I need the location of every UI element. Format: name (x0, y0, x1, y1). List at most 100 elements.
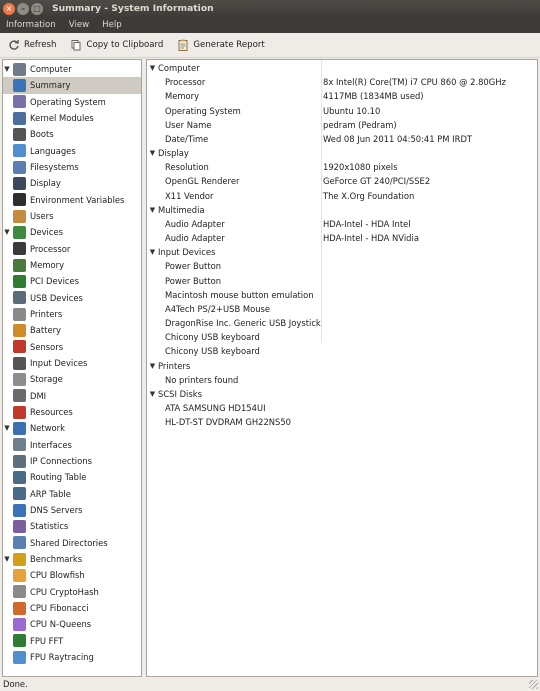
detail-row[interactable]: HL-DT-ST DVDRAM GH22NS50 (147, 415, 537, 429)
detail-row[interactable]: Resolution 1920x1080 pixels (147, 160, 537, 174)
detail-row[interactable]: Processor 8x Intel(R) Core(TM) i7 CPU 860… (147, 75, 537, 89)
detail-row[interactable]: A4Tech PS/2+USB Mouse (147, 302, 537, 316)
copy-to-clipboard-button[interactable]: Copy to Clipboard (68, 35, 165, 55)
detail-row[interactable]: Operating System Ubuntu 10.10 (147, 104, 537, 118)
detail-row[interactable]: Power Button (147, 259, 537, 273)
sidebar-item-shared-directories[interactable]: Shared Directories (3, 535, 141, 551)
sidebar-item-cpu-fibonacci[interactable]: CPU Fibonacci (3, 600, 141, 616)
menu-information[interactable]: Information (6, 18, 56, 33)
detail-row[interactable]: DragonRise Inc. Generic USB Joystick (147, 316, 537, 330)
expander-icon[interactable]: ▼ (3, 424, 11, 432)
expander-icon[interactable]: ▼ (147, 390, 158, 398)
minimize-icon[interactable]: – (17, 3, 29, 15)
menu-view[interactable]: View (69, 18, 89, 33)
sidebar-item-label: CPU Fibonacci (30, 603, 89, 614)
maximize-icon[interactable]: □ (31, 3, 43, 15)
detail-row[interactable]: X11 Vendor The X.Org Foundation (147, 189, 537, 203)
sidebar-item-input-devices[interactable]: Input Devices (3, 355, 141, 371)
sidebar-item-storage[interactable]: Storage (3, 371, 141, 387)
chip-icon (13, 225, 26, 239)
detail-row[interactable]: Audio Adapter HDA-Intel - HDA NVidia (147, 231, 537, 245)
expander-icon[interactable]: ▼ (147, 206, 158, 214)
sidebar-item-dmi[interactable]: DMI (3, 388, 141, 404)
interfaces-icon (13, 438, 26, 452)
detail-row[interactable]: Date/Time Wed 08 Jun 2011 04:50:41 PM IRD… (147, 132, 537, 146)
detail-key: No printers found (165, 374, 239, 385)
detail-row[interactable]: Memory 4117MB (1834MB used) (147, 89, 537, 103)
sidebar-item-filesystems[interactable]: Filesystems (3, 159, 141, 175)
detail-row[interactable]: No printers found (147, 373, 537, 387)
sidebar-item-users[interactable]: Users (3, 208, 141, 224)
sidebar-item-battery[interactable]: Battery (3, 322, 141, 338)
sidebar-item-printers[interactable]: Printers (3, 306, 141, 322)
detail-row[interactable]: Chicony USB keyboard (147, 330, 537, 344)
sidebar-item-arp-table[interactable]: ARP Table (3, 486, 141, 502)
sidebar-item-languages[interactable]: Languages (3, 143, 141, 159)
sensor-icon (13, 340, 26, 354)
fft-icon (13, 634, 26, 648)
refresh-button[interactable]: Refresh (6, 35, 58, 55)
sidebar-item-summary[interactable]: Summary (3, 77, 141, 94)
expander-icon[interactable]: ▼ (3, 555, 11, 563)
sidebar-item-benchmarks[interactable]: ▼ Benchmarks (3, 551, 141, 567)
detail-row[interactable]: Audio Adapter HDA-Intel - HDA Intel (147, 217, 537, 231)
sidebar-item-kernel-modules[interactable]: Kernel Modules (3, 110, 141, 126)
detail-key: X11 Vendor (165, 190, 214, 201)
detail-key: Operating System (165, 105, 241, 116)
section-header[interactable]: ▼ Multimedia (147, 203, 537, 217)
detail-row[interactable]: Power Button (147, 274, 537, 288)
module-icon (13, 111, 26, 125)
sidebar-item-interfaces[interactable]: Interfaces (3, 437, 141, 453)
sidebar-item-pci-devices[interactable]: PCI Devices (3, 273, 141, 289)
nqueens-icon (13, 617, 26, 631)
section-title: Multimedia (158, 204, 205, 215)
cryptohash-icon (13, 585, 26, 599)
expander-icon[interactable]: ▼ (3, 65, 11, 73)
section-title: Printers (158, 360, 191, 371)
detail-row[interactable]: Macintosh mouse button emulation (147, 288, 537, 302)
section-header[interactable]: ▼ Input Devices (147, 245, 537, 259)
sidebar-item-sensors[interactable]: Sensors (3, 339, 141, 355)
fibonacci-icon (13, 601, 26, 615)
expander-icon[interactable]: ▼ (3, 228, 11, 236)
sidebar-item-computer[interactable]: ▼ Computer (3, 61, 141, 77)
sidebar-item-usb-devices[interactable]: USB Devices (3, 290, 141, 306)
sidebar-item-resources[interactable]: Resources (3, 404, 141, 420)
expander-icon[interactable]: ▼ (147, 362, 158, 370)
detail-row[interactable]: Chicony USB keyboard (147, 344, 537, 358)
expander-icon[interactable]: ▼ (147, 64, 158, 72)
close-icon[interactable]: × (3, 3, 15, 15)
sidebar-item-statistics[interactable]: Statistics (3, 518, 141, 534)
sidebar-item-fpu-raytracing[interactable]: FPU Raytracing (3, 649, 141, 665)
section-header[interactable]: ▼ Computer (147, 61, 537, 75)
routing-icon (13, 470, 26, 484)
sidebar-item-devices[interactable]: ▼ Devices (3, 224, 141, 240)
section-header[interactable]: ▼ SCSI Disks (147, 387, 537, 401)
sidebar-item-cpu-blowfish[interactable]: CPU Blowfish (3, 567, 141, 583)
sidebar-item-network[interactable]: ▼ Network (3, 420, 141, 436)
sidebar-item-fpu-fft[interactable]: FPU FFT (3, 633, 141, 649)
sidebar-item-display[interactable]: Display (3, 175, 141, 191)
expander-icon[interactable]: ▼ (147, 149, 158, 157)
expander-icon[interactable]: ▼ (147, 248, 158, 256)
sidebar-item-processor[interactable]: Processor (3, 241, 141, 257)
detail-row[interactable]: ATA SAMSUNG HD154UI (147, 401, 537, 415)
section-header[interactable]: ▼ Printers (147, 359, 537, 373)
sidebar-item-memory[interactable]: Memory (3, 257, 141, 273)
sidebar-item-environment-variables[interactable]: Environment Variables (3, 192, 141, 208)
sidebar-item-cpu-n-queens[interactable]: CPU N-Queens (3, 616, 141, 632)
generate-report-button[interactable]: Generate Report (175, 35, 266, 55)
sidebar-item-cpu-cryptohash[interactable]: CPU CryptoHash (3, 584, 141, 600)
sidebar-item-label: Statistics (30, 521, 69, 532)
section-header[interactable]: ▼ Display (147, 146, 537, 160)
menu-help[interactable]: Help (102, 18, 122, 33)
detail-row[interactable]: User Name pedram (Pedram) (147, 118, 537, 132)
sidebar-item-operating-system[interactable]: Operating System (3, 94, 141, 110)
sidebar-item-ip-connections[interactable]: IP Connections (3, 453, 141, 469)
sidebar-item-dns-servers[interactable]: DNS Servers (3, 502, 141, 518)
sidebar-item-boots[interactable]: Boots (3, 126, 141, 142)
detail-row[interactable]: OpenGL Renderer GeForce GT 240/PCI/SSE2 (147, 174, 537, 188)
resize-grip-icon[interactable] (529, 680, 538, 689)
sidebar-item-routing-table[interactable]: Routing Table (3, 469, 141, 485)
sidebar-item-label: FPU FFT (30, 635, 64, 646)
